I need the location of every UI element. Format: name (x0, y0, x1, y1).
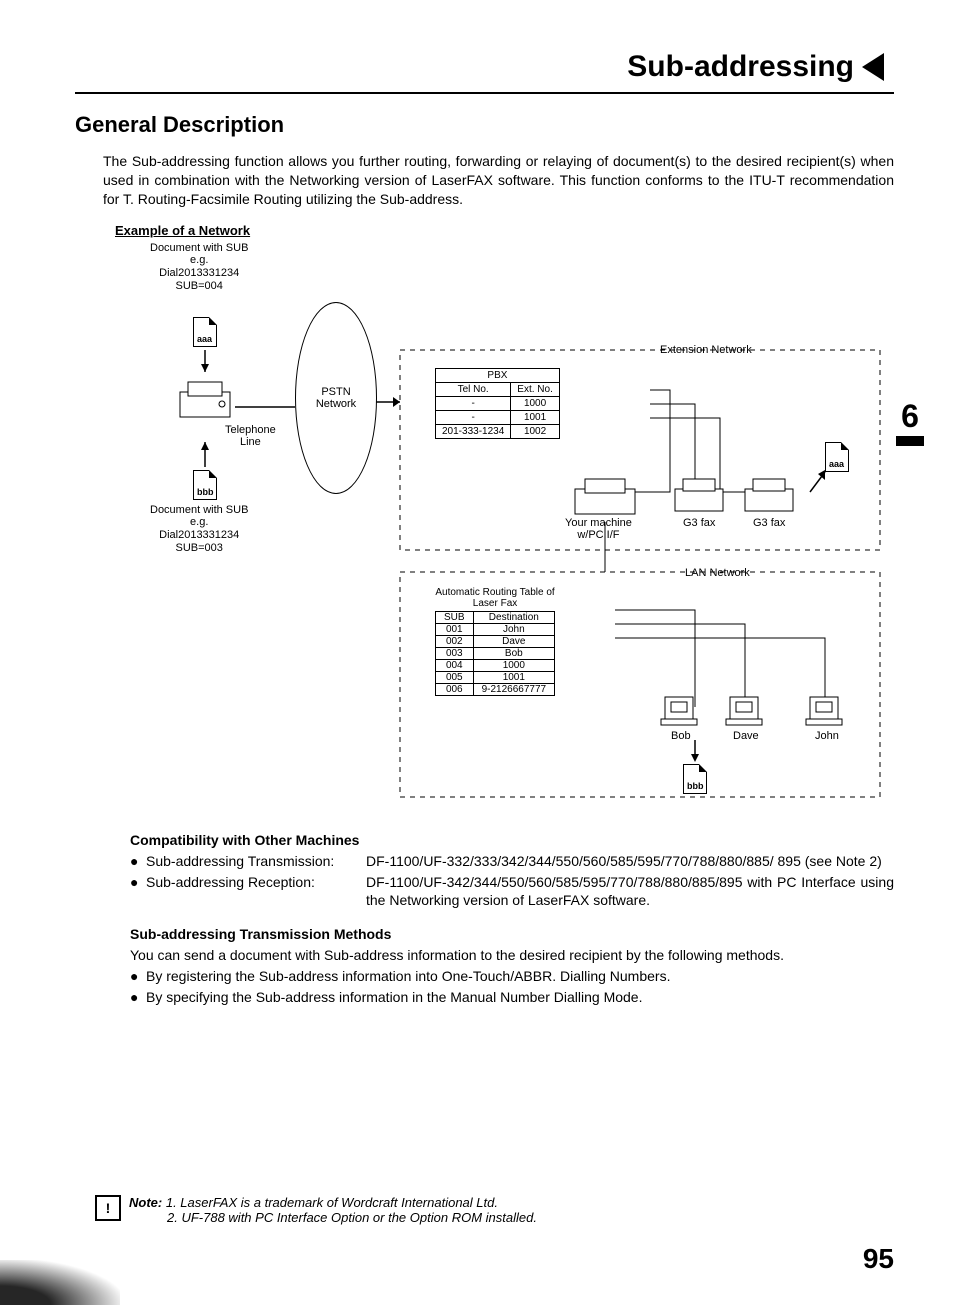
rt-r4c1: 1001 (473, 671, 555, 683)
doc-bottom-caption: Document with SUB e.g. Dial2013331234 SU… (150, 504, 248, 555)
doc-top-eg: e.g. (150, 254, 248, 267)
note-label: Note: (129, 1195, 162, 1210)
pc-label-bob: Bob (671, 730, 691, 743)
doc-bottom-title: Document with SUB (150, 504, 248, 517)
pstn-oval: PSTN Network (295, 302, 377, 494)
doc-bottom-eg: e.g. (150, 516, 248, 529)
chapter-title-text: Sub-addressing (627, 50, 854, 84)
section-tab-number: 6 (896, 400, 924, 432)
lan-network-label: LAN Network (685, 567, 750, 580)
your-machine-label: Your machine w/PC I/F (565, 517, 632, 542)
routing-table: Automatic Routing Table of Laser Fax SUB… (435, 587, 555, 696)
rt-r3c0: 004 (436, 659, 474, 671)
network-diagram: Document with SUB e.g. Dial2013331234 SU… (105, 242, 894, 812)
doc-top-caption: Document with SUB e.g. Dial2013331234 SU… (150, 242, 248, 293)
pbx-r1c1: 1001 (511, 410, 560, 424)
title-rule (75, 92, 894, 94)
g3fax-label-2: G3 fax (753, 517, 785, 530)
methods-b1: By registering the Sub-address informati… (146, 967, 894, 986)
compat-rx-row: ● Sub-addressing Reception: DF-1100/UF-3… (130, 873, 894, 911)
note-icon: ! (95, 1195, 121, 1221)
methods-b2: By specifying the Sub-address informatio… (146, 988, 894, 1007)
section-tab: 6 (896, 400, 924, 446)
methods-b1-row: ● By registering the Sub-address informa… (130, 967, 894, 986)
extension-network-label: Extension Network (660, 344, 752, 357)
rt-r0c1: John (473, 623, 555, 635)
doc-bbb-label: bbb (197, 487, 214, 497)
page: Sub-addressing General Description The S… (0, 0, 954, 1305)
routing-caption: Automatic Routing Table of Laser Fax (435, 587, 555, 611)
compat-tx-value: DF-1100/UF-332/333/342/344/550/560/585/5… (366, 852, 894, 871)
bullet-icon: ● (130, 852, 146, 871)
note-1: 1. LaserFAX is a trademark of Wordcraft … (166, 1195, 498, 1210)
doc-bottom-sub: SUB=003 (150, 542, 248, 555)
doc-icon-aaa-right: aaa (825, 442, 849, 472)
pbx-r0c0: - (436, 396, 511, 410)
rt-r1c1: Dave (473, 635, 555, 647)
bullet-icon: ● (130, 988, 146, 1007)
methods-heading: Sub-addressing Transmission Methods (130, 926, 894, 942)
routing-header-dest: Destination (473, 611, 555, 623)
compat-heading: Compatibility with Other Machines (130, 832, 894, 848)
page-number: 95 (863, 1243, 894, 1275)
doc-bbb-bottom-label: bbb (687, 781, 704, 791)
intro-paragraph: The Sub-addressing function allows you f… (103, 152, 894, 209)
doc-bottom-dial: Dial2013331234 (150, 529, 248, 542)
note-block: ! Note: 1. LaserFAX is a trademark of Wo… (95, 1195, 537, 1225)
doc-top-dial: Dial2013331234 (150, 267, 248, 280)
pc-label-dave: Dave (733, 730, 759, 743)
rt-r5c1: 9-2126667777 (473, 683, 555, 695)
methods-intro: You can send a document with Sub-address… (130, 946, 894, 965)
doc-icon-bbb-bottom: bbb (683, 764, 707, 794)
pbx-header-tel: Tel No. (436, 382, 511, 396)
compat-rx-label: Sub-addressing Reception: (146, 873, 366, 911)
methods-b2-row: ● By specifying the Sub-address informat… (130, 988, 894, 1007)
doc-aaa-label: aaa (197, 334, 212, 344)
rt-r4c0: 005 (436, 671, 474, 683)
rt-r2c0: 003 (436, 647, 474, 659)
doc-icon-bbb: bbb (193, 470, 217, 500)
rt-r5c0: 006 (436, 683, 474, 695)
compat-tx-label: Sub-addressing Transmission: (146, 852, 366, 871)
routing-header-sub: SUB (436, 611, 474, 623)
rt-r1c0: 002 (436, 635, 474, 647)
pbx-r1c0: - (436, 410, 511, 424)
compat-rx-value: DF-1100/UF-342/344/550/560/585/595/770/7… (366, 873, 894, 911)
example-heading: Example of a Network (115, 223, 894, 238)
bullet-icon: ● (130, 873, 146, 911)
rt-r2c1: Bob (473, 647, 555, 659)
bullet-icon: ● (130, 967, 146, 986)
pbx-header-ext: Ext. No. (511, 382, 560, 396)
g3fax-label-1: G3 fax (683, 517, 715, 530)
rt-r0c0: 001 (436, 623, 474, 635)
pc-label-john: John (815, 730, 839, 743)
section-tab-bar (896, 436, 924, 446)
doc-top-sub: SUB=004 (150, 280, 248, 293)
chapter-arrow-icon (862, 53, 884, 81)
scan-artifact (0, 1260, 120, 1305)
pbx-r2c1: 1002 (511, 424, 560, 438)
pbx-r2c0: 201-333-1234 (436, 424, 511, 438)
section-title: General Description (75, 112, 894, 138)
chapter-title: Sub-addressing (75, 50, 894, 84)
doc-aaa-right-label: aaa (829, 459, 844, 469)
note-2: 2. UF-788 with PC Interface Option or th… (167, 1210, 537, 1225)
telephone-line-label: Telephone Line (225, 424, 276, 449)
pbx-r0c1: 1000 (511, 396, 560, 410)
doc-icon-aaa: aaa (193, 317, 217, 347)
compat-tx-row: ● Sub-addressing Transmission: DF-1100/U… (130, 852, 894, 871)
doc-top-title: Document with SUB (150, 242, 248, 255)
pbx-table: PBX Tel No. Ext. No. -1000 -1001 201-333… (435, 368, 560, 439)
pbx-title: PBX (436, 368, 560, 382)
rt-r3c1: 1000 (473, 659, 555, 671)
